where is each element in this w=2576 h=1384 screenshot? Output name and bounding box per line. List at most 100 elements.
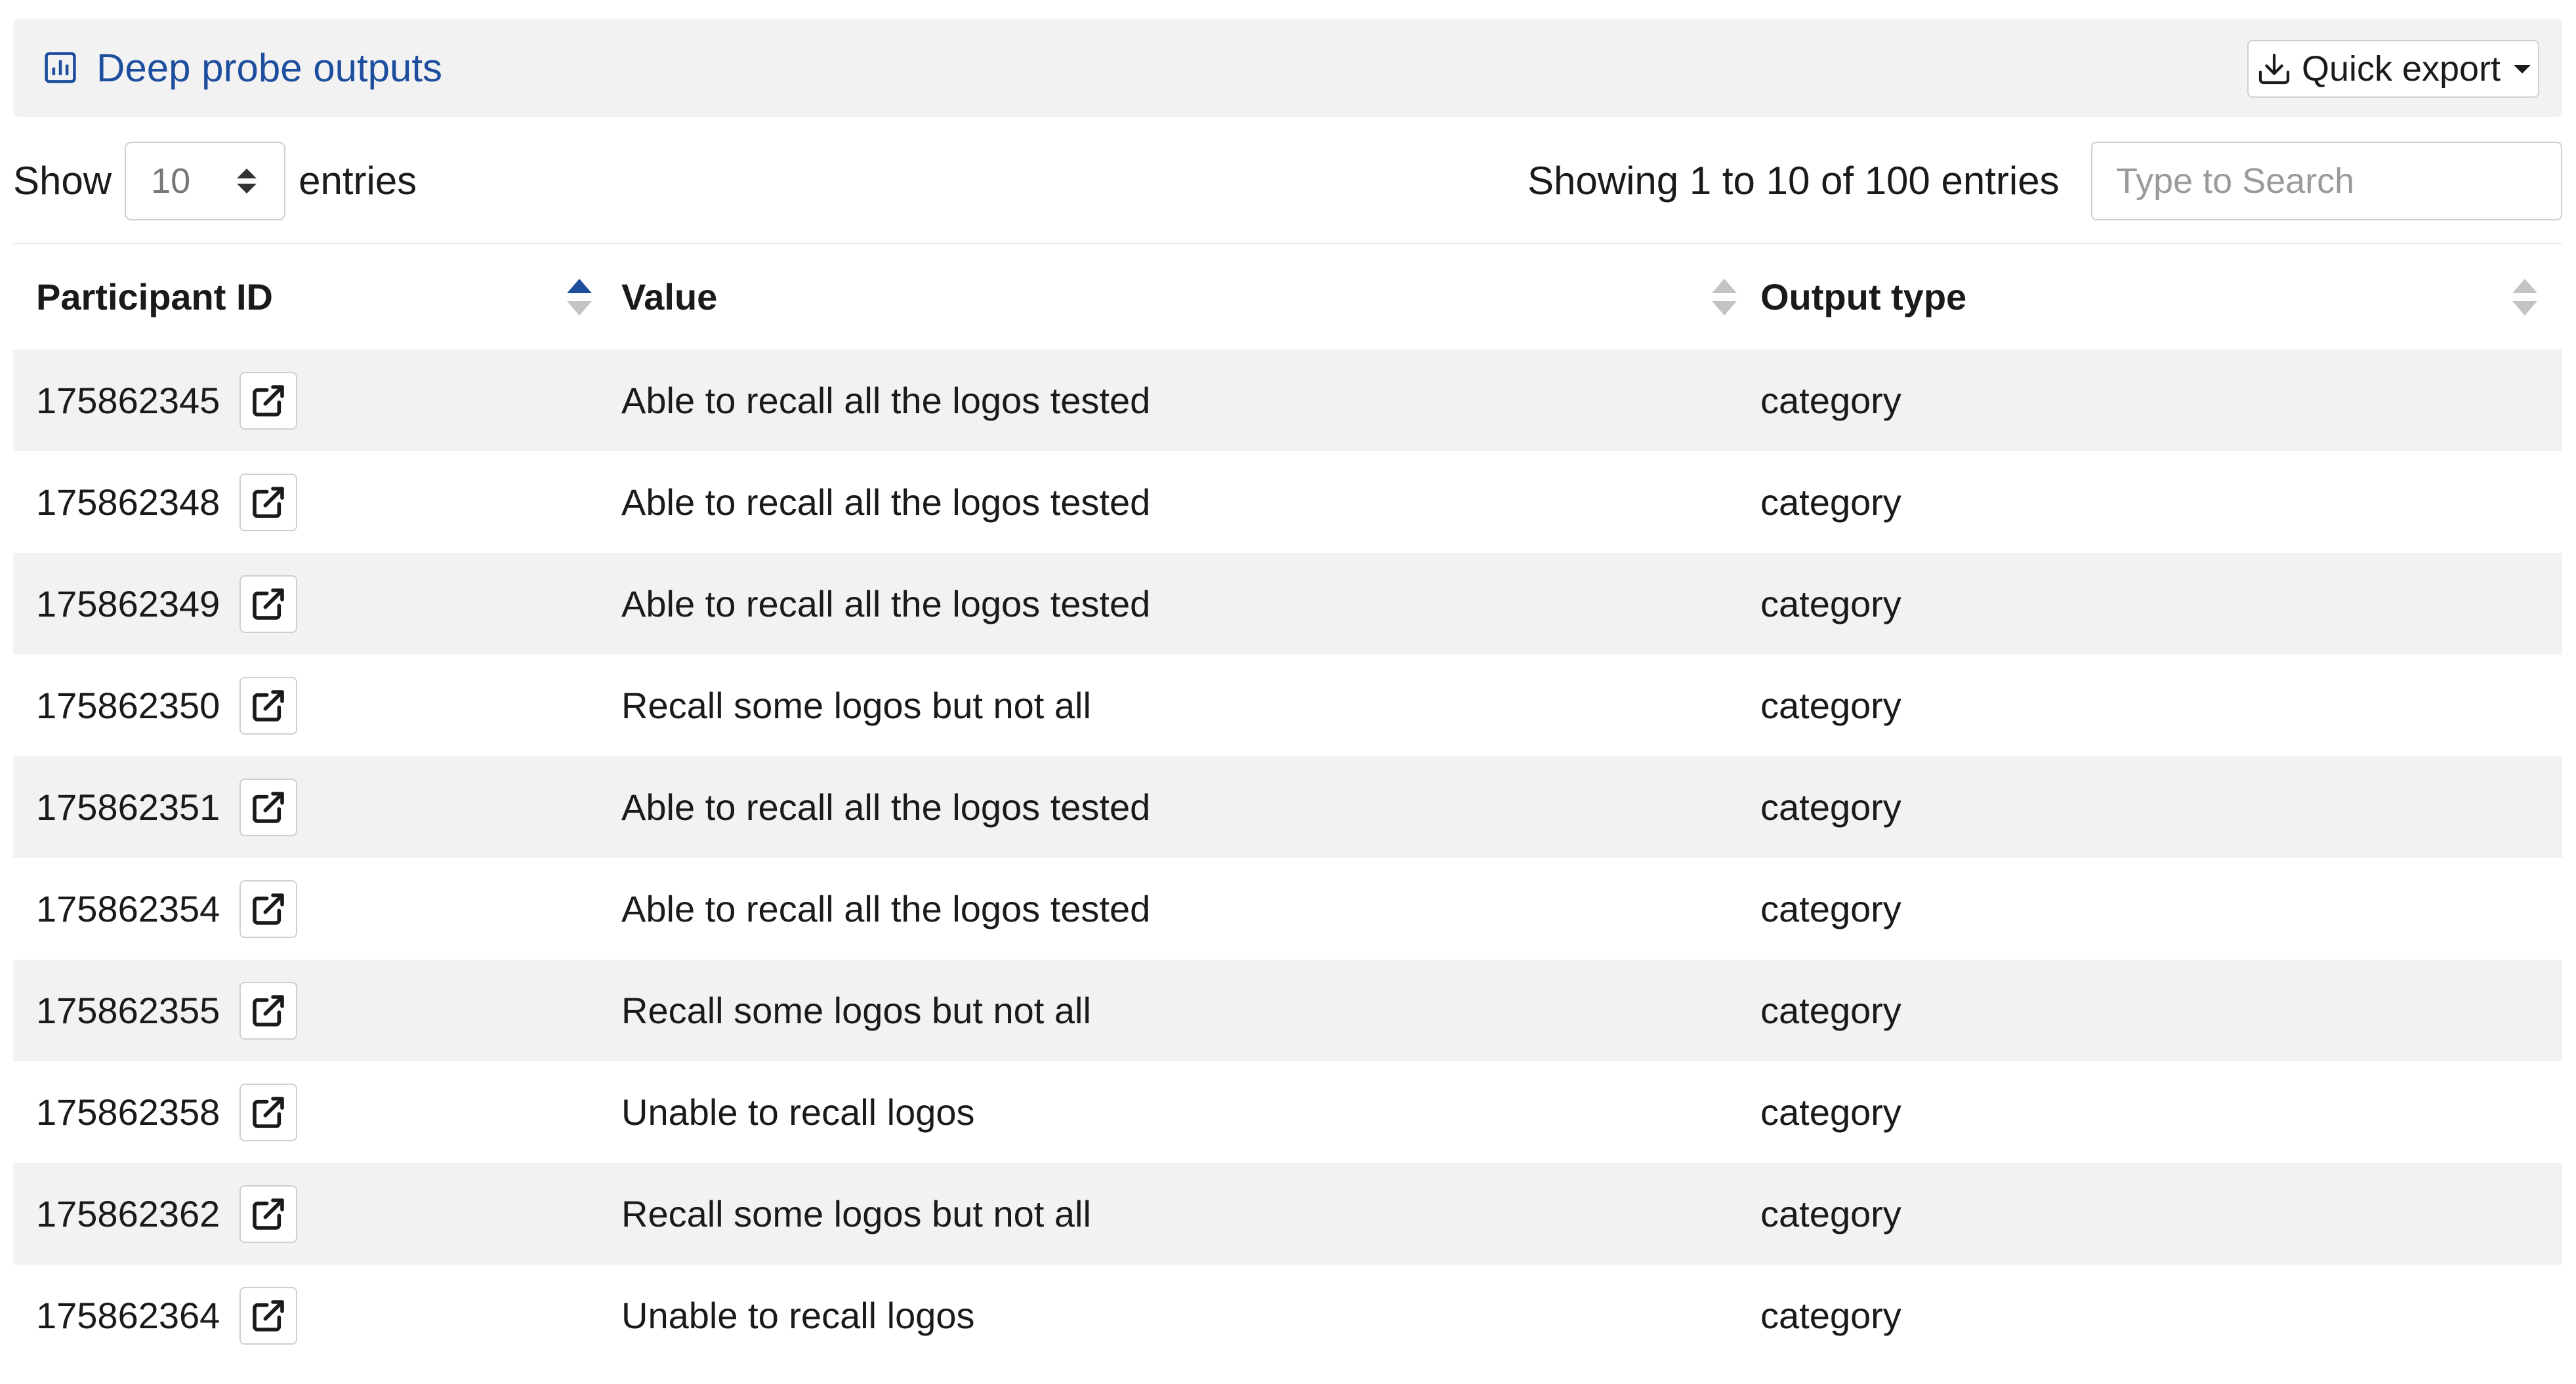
- column-header-output-type[interactable]: Output type: [1760, 243, 2562, 350]
- external-link-icon: [253, 1096, 285, 1128]
- open-participant-button[interactable]: [239, 371, 298, 430]
- table-row: 175862348 Able to recall all the logos te…: [13, 451, 2562, 553]
- participant-id: 175862348: [36, 481, 220, 523]
- participant-id: 175862355: [36, 990, 220, 1031]
- open-participant-button[interactable]: [239, 880, 298, 938]
- value-text: Able to recall all the logos tested: [621, 786, 1151, 828]
- value-cell: Recall some logos but not all: [618, 655, 1760, 756]
- participant-id: 175862350: [36, 685, 220, 726]
- external-link-icon: [253, 384, 285, 417]
- output-type-cell: category: [1760, 858, 2562, 960]
- open-participant-button[interactable]: [239, 676, 298, 735]
- caret-down-icon: [2514, 64, 2531, 73]
- output-type-text: category: [1760, 583, 1901, 624]
- output-type-text: category: [1760, 1091, 1901, 1133]
- value-text: Unable to recall logos: [621, 1091, 975, 1133]
- external-link-icon: [253, 1198, 285, 1230]
- table-row: 175862350 Recall some logos but not all ca…: [13, 655, 2562, 756]
- open-participant-button[interactable]: [239, 1286, 298, 1345]
- output-type-text: category: [1760, 888, 1901, 929]
- output-type-cell: category: [1760, 756, 2562, 858]
- value-text: Recall some logos but not all: [621, 990, 1091, 1031]
- sort-icon: [1712, 278, 1737, 315]
- external-link-icon: [253, 994, 285, 1027]
- value-text: Recall some logos but not all: [621, 1193, 1091, 1234]
- quick-export-button[interactable]: Quick export: [2247, 40, 2539, 98]
- value-cell: Recall some logos but not all: [618, 1163, 1760, 1265]
- table-row: 175862358 Unable to recall logos category: [13, 1061, 2562, 1163]
- page-title: Deep probe outputs: [96, 45, 443, 90]
- external-link-icon: [253, 486, 285, 518]
- external-link-icon: [253, 893, 285, 925]
- table-controls: Show 10 entries Showing 1 to 10 of 100 e…: [13, 140, 2562, 222]
- output-type-cell: category: [1760, 655, 2562, 756]
- open-participant-button[interactable]: [239, 1185, 298, 1243]
- bar-chart-icon: [45, 52, 76, 83]
- output-type-cell: category: [1760, 1061, 2562, 1163]
- output-type-cell: category: [1760, 960, 2562, 1061]
- participant-id: 175862345: [36, 380, 220, 421]
- page-length-select[interactable]: 10: [125, 141, 286, 220]
- open-participant-button[interactable]: [239, 778, 298, 836]
- participant-id: 175862351: [36, 786, 220, 828]
- search-input[interactable]: [2091, 142, 2562, 220]
- table-row: 175862354 Able to recall all the logos te…: [13, 858, 2562, 960]
- value-text: Unable to recall logos: [621, 1295, 975, 1336]
- participant-id-cell: 175862354: [13, 858, 618, 960]
- output-type-cell: category: [1760, 1265, 2562, 1366]
- download-icon: [2258, 53, 2290, 85]
- output-type-text: category: [1760, 685, 1901, 726]
- open-participant-button[interactable]: [239, 575, 298, 633]
- participant-id: 175862364: [36, 1295, 220, 1336]
- panel-header: Deep probe outputs Quick export: [13, 18, 2562, 117]
- outputs-table: Participant ID Value Output type 1758623…: [13, 243, 2562, 1366]
- table-row: 175862362 Recall some logos but not all ca…: [13, 1163, 2562, 1265]
- table-body: 175862345 Able to recall all the logos te…: [13, 350, 2562, 1366]
- open-participant-button[interactable]: [239, 1083, 298, 1141]
- select-arrows-icon: [237, 168, 257, 193]
- table-row: 175862349 Able to recall all the logos te…: [13, 553, 2562, 655]
- table-row: 175862345 Able to recall all the logos te…: [13, 350, 2562, 451]
- participant-id: 175862349: [36, 583, 220, 624]
- participant-id-cell: 175862345: [13, 350, 618, 451]
- value-cell: Able to recall all the logos tested: [618, 858, 1760, 960]
- column-header-participant-id[interactable]: Participant ID: [13, 243, 618, 350]
- value-cell: Able to recall all the logos tested: [618, 553, 1760, 655]
- table-row: 175862355 Recall some logos but not all ca…: [13, 960, 2562, 1061]
- participant-id: 175862354: [36, 888, 220, 929]
- table-row: 175862351 Able to recall all the logos te…: [13, 756, 2562, 858]
- value-cell: Recall some logos but not all: [618, 960, 1760, 1061]
- page-length-control: Show 10 entries: [13, 140, 417, 222]
- output-type-text: category: [1760, 1295, 1901, 1336]
- output-type-cell: category: [1760, 350, 2562, 451]
- page-length-value: 10: [151, 161, 191, 201]
- sort-ascending-icon: [567, 278, 592, 315]
- open-participant-button[interactable]: [239, 473, 298, 531]
- external-link-icon: [253, 791, 285, 823]
- output-type-text: category: [1760, 990, 1901, 1031]
- output-type-text: category: [1760, 786, 1901, 828]
- output-type-text: category: [1760, 1193, 1901, 1234]
- quick-export-label: Quick export: [2301, 49, 2501, 89]
- table-info: Showing 1 to 10 of 100 entries: [1527, 159, 2060, 203]
- output-type-cell: category: [1760, 553, 2562, 655]
- open-participant-button[interactable]: [239, 981, 298, 1040]
- participant-id-cell: 175862355: [13, 960, 618, 1061]
- participant-id-cell: 175862350: [13, 655, 618, 756]
- table-header-row: Participant ID Value Output type: [13, 243, 2562, 350]
- value-text: Recall some logos but not all: [621, 685, 1091, 726]
- participant-id: 175862362: [36, 1193, 220, 1234]
- panel-title-group: Deep probe outputs: [43, 18, 442, 117]
- output-type-text: category: [1760, 380, 1901, 421]
- value-cell: Able to recall all the logos tested: [618, 350, 1760, 451]
- value-cell: Able to recall all the logos tested: [618, 451, 1760, 553]
- table-row: 175862364 Unable to recall logos category: [13, 1265, 2562, 1366]
- participant-id-cell: 175862362: [13, 1163, 618, 1265]
- value-cell: Able to recall all the logos tested: [618, 756, 1760, 858]
- participant-id-cell: 175862364: [13, 1265, 618, 1366]
- value-text: Able to recall all the logos tested: [621, 583, 1151, 624]
- participant-id-cell: 175862358: [13, 1061, 618, 1163]
- external-link-icon: [253, 689, 285, 722]
- column-header-value[interactable]: Value: [618, 243, 1760, 350]
- external-link-icon: [253, 588, 285, 620]
